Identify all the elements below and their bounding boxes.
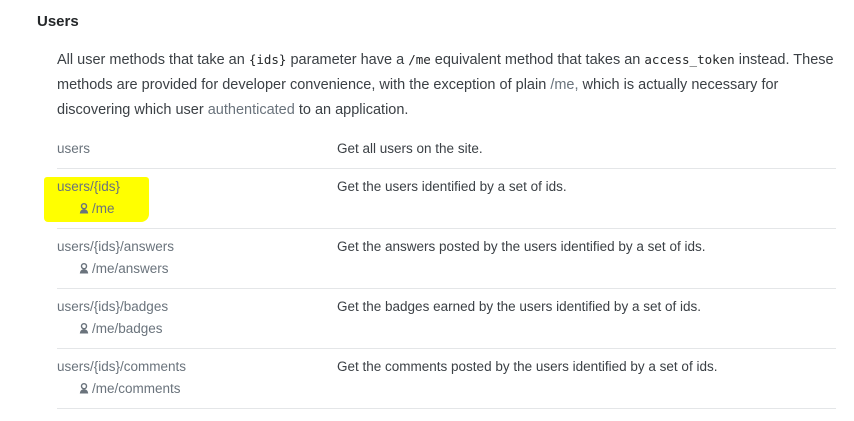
intro-text-6: to an application.: [294, 102, 409, 118]
methods-table: users Get all users on the site. users/{…: [44, 130, 836, 409]
method-row-users: users Get all users on the site.: [57, 130, 836, 168]
method-link-users-ids[interactable]: users/{ids}: [57, 179, 120, 194]
method-description: Get the answers posted by the users iden…: [337, 239, 706, 254]
me-comments-link[interactable]: /me/comments: [79, 381, 181, 396]
method-link-users-ids-answers[interactable]: users/{ids}/answers: [57, 239, 174, 254]
method-description: Get the badges earned by the users ident…: [337, 299, 701, 314]
method-description: Get the comments posted by the users ide…: [337, 359, 718, 374]
method-row-users-ids: users/{ids} /me Get the users identified…: [44, 168, 836, 228]
person-icon: [79, 203, 89, 214]
me-method-link[interactable]: /me: [79, 201, 115, 216]
section-title: Users: [37, 13, 79, 30]
method-row-users-ids-comments: users/{ids}/comments /me/comments Get th…: [57, 348, 836, 409]
method-row-users-ids-answers: users/{ids}/answers /me/answers Get the …: [57, 228, 836, 288]
person-icon: [79, 323, 89, 334]
person-icon: [79, 383, 89, 394]
intro-text-1: All user methods that take an: [57, 52, 249, 68]
me-badges-link[interactable]: /me/badges: [79, 321, 163, 336]
me-method-label: /me: [92, 201, 115, 216]
method-row-users-ids-badges: users/{ids}/badges /me/badges Get the ba…: [57, 288, 836, 348]
authenticated-link[interactable]: authenticated: [208, 102, 295, 118]
person-icon: [79, 263, 89, 274]
method-description: Get all users on the site.: [337, 141, 483, 156]
me-badges-label: /me/badges: [92, 321, 163, 336]
intro-text-3: equivalent method that takes an: [430, 52, 645, 68]
method-link-users[interactable]: users: [57, 141, 90, 156]
me-link[interactable]: /me,: [550, 77, 578, 93]
method-link-users-ids-comments[interactable]: users/{ids}/comments: [57, 359, 186, 374]
me-answers-link[interactable]: /me/answers: [79, 261, 169, 276]
intro-code-me: /me: [408, 52, 431, 67]
intro-code-access-token: access_token: [644, 52, 735, 67]
intro-paragraph: All user methods that take an {ids} para…: [57, 47, 842, 123]
intro-code-ids: {ids}: [248, 52, 287, 67]
intro-text-2: parameter have a: [286, 52, 409, 68]
me-answers-label: /me/answers: [92, 261, 169, 276]
me-comments-label: /me/comments: [92, 381, 181, 396]
method-description: Get the users identified by a set of ids…: [337, 179, 567, 194]
method-link-users-ids-badges[interactable]: users/{ids}/badges: [57, 299, 168, 314]
